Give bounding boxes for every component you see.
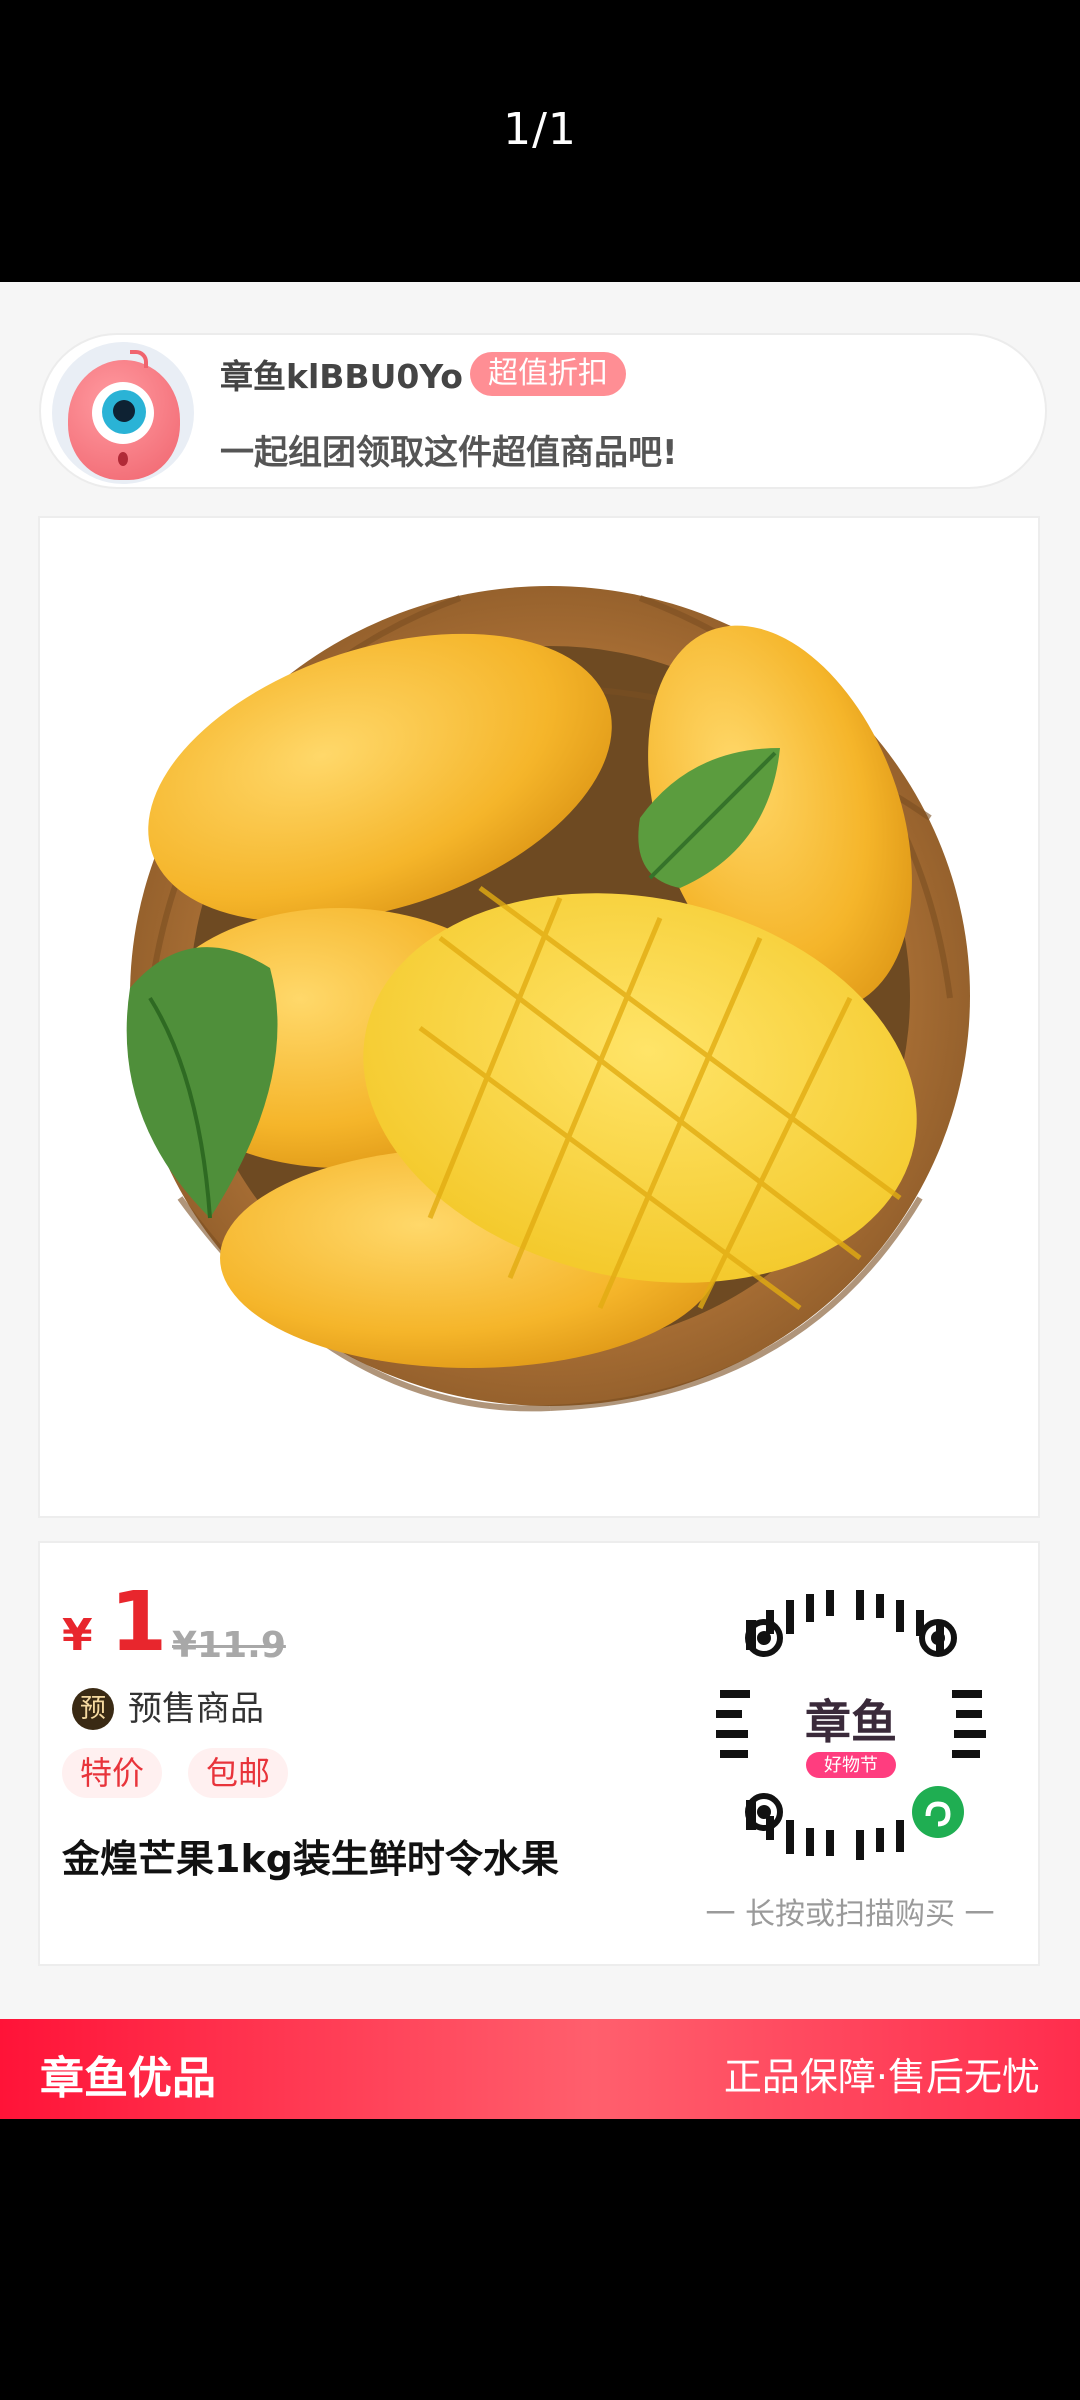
qr-center-text: 章鱼 [805,1695,897,1749]
mini-program-icon [912,1786,964,1838]
original-price: ¥11.9 [172,1625,286,1666]
mango-basket-illustration [126,586,970,1412]
product-title: 金煌芒果1kg装生鲜时令水果 [62,1837,559,1881]
qr-ribbon-text: 好物节 [824,1755,878,1776]
tag-special-price: 特价 [62,1748,163,1798]
brand-slogan: 正品保障·售后无忧 [723,2055,1040,2099]
mini-program-qr-code[interactable]: 章鱼 好物节 [706,1580,996,1870]
avatar-eye-pupil [113,400,135,422]
presale-label: 预售商品 [128,1689,264,1729]
tag-free-shipping: 包邮 [188,1748,289,1798]
page-indicator: 1/1 [503,104,577,155]
inviter-name: 章鱼klBBU0Yo [220,357,463,396]
avatar-mouth [118,452,128,466]
presale-icon: 预 [72,1688,114,1730]
avatar-sprout [130,350,148,368]
price-value: 1 [110,1575,168,1670]
brand-name: 章鱼优品 [40,2053,216,2104]
discount-badge: 超值折扣 [470,352,626,396]
avatar [52,342,194,484]
bottom-letterbox [0,2119,1080,2400]
qr-code-graphic: 章鱼 好物节 [711,1585,991,1865]
inviter-message: 一起组团领取这件超值商品吧! [220,433,678,473]
price-currency: ¥ [62,1610,93,1661]
qr-caption: 一 长按或扫描购买 一 [705,1897,995,1932]
product-image[interactable] [38,516,1040,1518]
